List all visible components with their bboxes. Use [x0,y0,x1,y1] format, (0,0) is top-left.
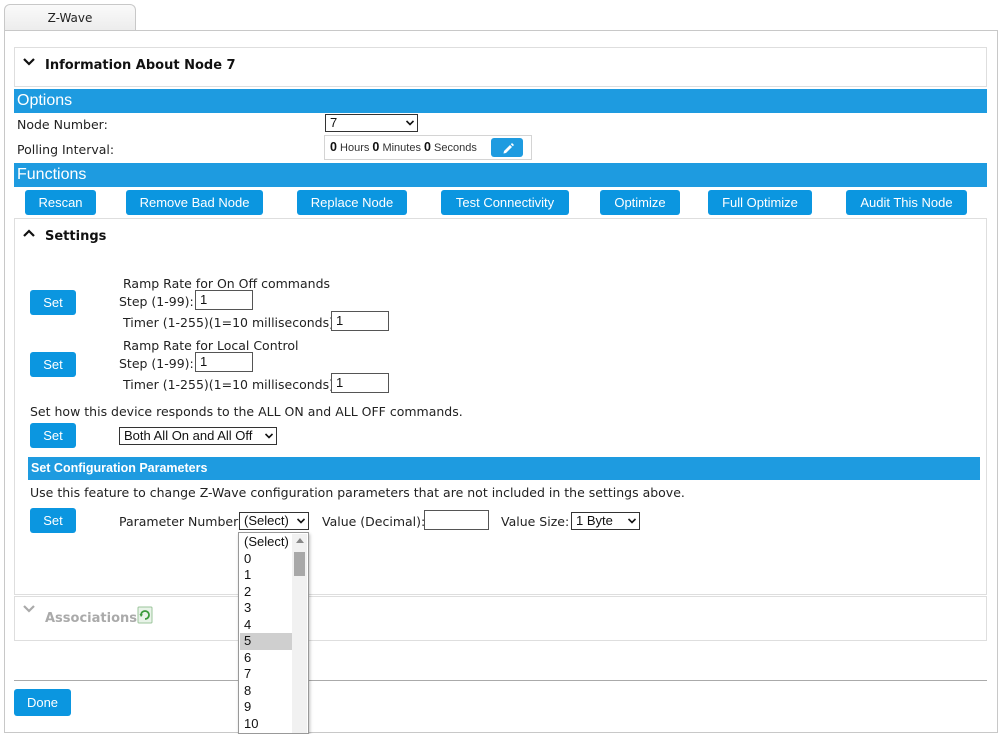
dropdown-option[interactable]: 7 [240,666,292,683]
audit-this-node-button[interactable]: Audit This Node [846,190,967,215]
tab-zwave[interactable]: Z-Wave [4,4,136,31]
ramp-on-off-timer-label: Timer (1-255)(1=10 milliseconds): [123,315,339,330]
config-params-header: Set Configuration Parameters [28,457,980,480]
hours-label: Hours [340,142,370,154]
minutes-value: 0 [372,140,380,154]
replace-node-button[interactable]: Replace Node [297,190,407,215]
seconds-value: 0 [424,140,431,154]
rescan-button[interactable]: Rescan [25,190,96,215]
chevron-down-icon [265,433,273,439]
divider [14,680,987,681]
chevron-down-icon[interactable] [23,604,35,614]
ramp-on-off-timer-input[interactable]: 1 [331,311,389,331]
info-panel[interactable]: Information About Node 7 [14,47,987,87]
ramp-local-step-input[interactable]: 1 [195,352,253,372]
polling-interval-label: Polling Interval: [17,142,115,157]
node-number-label: Node Number: [17,117,108,132]
dropdown-scrollbar[interactable] [292,534,307,733]
dropdown-option[interactable]: 2 [240,584,292,601]
info-panel-title: Information About Node 7 [45,58,236,73]
ramp-on-off-title: Ramp Rate for On Off commands [123,276,331,291]
ramp-local-timer-label: Timer (1-255)(1=10 milliseconds): [123,377,339,392]
associations-panel[interactable]: Associations [14,596,987,641]
all-on-off-select[interactable]: Both All On and All Off [119,427,277,445]
all-on-off-value: Both All On and All Off [124,428,253,443]
ramp-local-timer-input[interactable]: 1 [331,373,389,393]
full-optimize-button[interactable]: Full Optimize [708,190,812,215]
parameter-number-value: (Select) [244,513,289,528]
dropdown-option[interactable]: 4 [240,617,292,634]
optimize-button[interactable]: Optimize [600,190,680,215]
dropdown-option[interactable]: 0 [240,551,292,568]
dropdown-option[interactable]: 1 [240,567,292,584]
set-ramp-local-button[interactable]: Set [30,352,76,377]
hours-value: 0 [330,140,337,154]
ramp-local-title: Ramp Rate for Local Control [123,338,299,353]
dropdown-option[interactable]: 3 [240,600,292,617]
dropdown-option[interactable]: 5 [240,633,292,650]
chevron-down-icon [406,120,414,126]
refresh-icon[interactable] [137,606,153,627]
config-description: Use this feature to change Z-Wave config… [30,485,685,500]
node-number-value: 7 [330,115,338,130]
value-size-select[interactable]: 1 Byte [571,512,640,530]
test-connectivity-button[interactable]: Test Connectivity [441,190,569,215]
all-on-off-description: Set how this device responds to the ALL … [30,404,463,419]
ramp-local-step-label: Step (1-99): [119,356,194,371]
settings-title: Settings [45,229,107,244]
value-size-label: Value Size: [501,514,570,529]
value-size-value: 1 Byte [576,513,613,528]
dropdown-option[interactable]: 6 [240,650,292,667]
dropdown-option[interactable]: 10 [240,716,292,733]
parameter-number-dropdown[interactable]: (Select) 0 1 2 3 4 5 6 7 8 9 10 [238,532,309,734]
edit-polling-button[interactable] [491,138,523,157]
set-config-button[interactable]: Set [30,508,76,533]
remove-bad-node-button[interactable]: Remove Bad Node [126,190,263,215]
ramp-on-off-step-input[interactable]: 1 [195,290,253,310]
functions-header: Functions [14,163,987,187]
dropdown-option[interactable]: (Select) [240,534,292,551]
value-decimal-label: Value (Decimal): [322,514,426,529]
set-all-on-off-button[interactable]: Set [30,423,76,448]
pencil-icon [503,143,514,154]
parameter-number-label: Parameter Number: [119,514,243,529]
dropdown-option[interactable]: 9 [240,699,292,716]
chevron-down-icon [628,518,636,524]
associations-title: Associations [45,611,137,626]
value-decimal-input[interactable] [424,510,489,530]
scroll-thumb[interactable] [294,552,305,576]
node-number-select[interactable]: 7 [325,114,418,132]
set-ramp-on-off-button[interactable]: Set [30,290,76,315]
options-header: Options [14,89,987,113]
chevron-up-icon[interactable] [23,228,35,238]
seconds-label: Seconds [434,142,477,154]
chevron-down-icon[interactable] [23,57,35,67]
ramp-on-off-step-label: Step (1-99): [119,294,194,309]
minutes-label: Minutes [382,142,421,154]
scroll-up-icon[interactable] [296,538,304,543]
done-button[interactable]: Done [14,689,71,716]
parameter-number-select[interactable]: (Select) [239,512,309,530]
dropdown-option[interactable]: 8 [240,683,292,700]
chevron-down-icon [297,518,305,524]
polling-interval-display: 0 Hours 0 Minutes 0 Seconds [324,135,532,160]
